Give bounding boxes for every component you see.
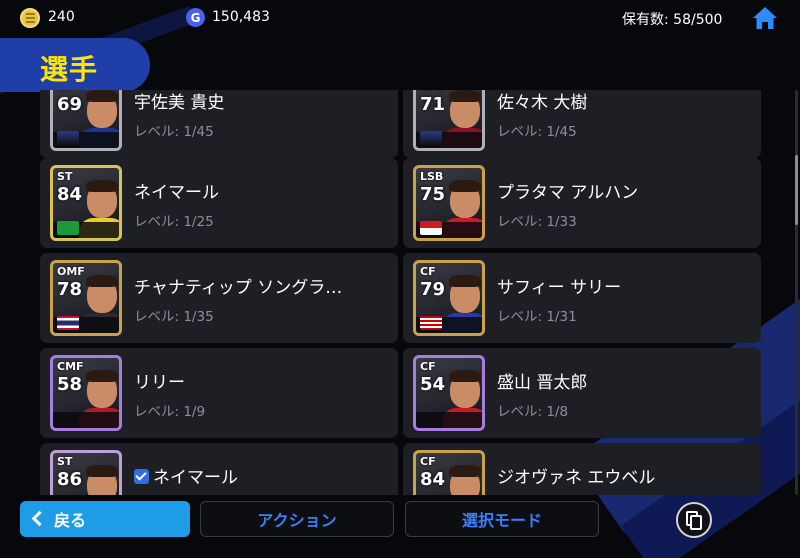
player-list[interactable]: CF69宇佐美 貴史レベル: 1/45CMF71佐々木 大樹レベル: 1/45S… bbox=[0, 90, 800, 495]
scrollbar-thumb[interactable] bbox=[795, 155, 798, 225]
player-name-text: プラタマ アルハン bbox=[497, 183, 639, 203]
player-portrait: CMF71 bbox=[413, 90, 485, 151]
player-level: レベル: 1/45 bbox=[497, 124, 577, 140]
player-name-text: チャナティップ ソングラ… bbox=[134, 278, 343, 298]
player-name: ネイマール bbox=[134, 463, 364, 488]
player-position: CF bbox=[420, 455, 436, 468]
action-button-label: アクション bbox=[257, 511, 337, 530]
player-card[interactable]: CMF 58 リリーレベル: 1/9 bbox=[40, 348, 398, 438]
player-portrait: CF69 bbox=[50, 90, 122, 151]
coin-icon bbox=[20, 8, 40, 28]
player-card[interactable]: CMF71 佐々木 大樹レベル: 1/45 bbox=[403, 90, 761, 158]
player-level: レベル: 1/9 bbox=[134, 404, 206, 420]
player-card[interactable]: LSB 75 プラタマ アルハンレベル: 1/33 bbox=[403, 158, 761, 248]
player-portrait: CMF 58 bbox=[50, 355, 122, 431]
player-name-text: ネイマール bbox=[153, 468, 238, 488]
brazil-flag bbox=[57, 221, 79, 235]
player-rating: 84 bbox=[57, 184, 83, 205]
player-card[interactable]: CF 79 サフィー サリーレベル: 1/31 bbox=[403, 253, 761, 343]
player-portrait: ST 86 bbox=[50, 450, 122, 495]
player-name: 盛山 晋太郎 bbox=[497, 368, 727, 393]
player-card[interactable]: CF69 宇佐美 貴史レベル: 1/45 bbox=[40, 90, 398, 158]
player-position: OMF bbox=[57, 265, 85, 278]
player-name: 宇佐美 貴史 bbox=[134, 90, 364, 113]
page-title: 選手 bbox=[40, 53, 99, 86]
player-level: レベル: 1/31 bbox=[497, 309, 577, 325]
club-emblem bbox=[420, 131, 442, 145]
player-rating: 69 bbox=[57, 94, 83, 115]
player-position: ST bbox=[57, 455, 73, 468]
player-name: 佐々木 大樹 bbox=[497, 90, 727, 113]
player-card[interactable]: CF 84 ジオヴァネ エウベル bbox=[403, 443, 761, 495]
player-position: CF bbox=[420, 360, 436, 373]
player-name-text: 盛山 晋太郎 bbox=[497, 373, 588, 393]
player-level: レベル: 1/33 bbox=[497, 214, 577, 230]
player-level: レベル: 1/8 bbox=[497, 404, 569, 420]
player-rating: 71 bbox=[420, 94, 446, 115]
player-rating: 75 bbox=[420, 184, 446, 205]
pages-button[interactable] bbox=[676, 502, 712, 538]
player-rating: 54 bbox=[420, 374, 446, 395]
player-card[interactable]: ST 86 ネイマール bbox=[40, 443, 398, 495]
player-position: CMF bbox=[420, 90, 447, 93]
player-name-text: 佐々木 大樹 bbox=[497, 93, 588, 113]
player-name: リリー bbox=[134, 368, 364, 393]
player-position: CF bbox=[420, 265, 436, 278]
player-level: レベル: 1/45 bbox=[134, 124, 214, 140]
back-button-label: 戻る bbox=[54, 511, 87, 530]
player-level: レベル: 1/35 bbox=[134, 309, 214, 325]
pages-icon-front bbox=[690, 515, 702, 530]
player-position: ST bbox=[57, 170, 73, 183]
chevron-left-icon bbox=[31, 510, 48, 527]
malaysia-flag bbox=[420, 316, 442, 330]
thailand-flag bbox=[57, 316, 79, 330]
player-name-text: 宇佐美 貴史 bbox=[134, 93, 225, 113]
player-rating: 79 bbox=[420, 279, 446, 300]
gp-icon: G bbox=[186, 8, 205, 27]
player-portrait: CF 79 bbox=[413, 260, 485, 336]
select-mode-button-label: 選択モード bbox=[461, 511, 542, 530]
player-name-text: リリー bbox=[134, 373, 185, 393]
player-portrait: CF 54 bbox=[413, 355, 485, 431]
player-card[interactable]: CF 54 盛山 晋太郎レベル: 1/8 bbox=[403, 348, 761, 438]
player-name: ネイマール bbox=[134, 178, 364, 203]
checkbox-icon[interactable] bbox=[134, 469, 149, 484]
player-name: ジオヴァネ エウベル bbox=[497, 463, 727, 488]
gp-balance: 150,483 bbox=[212, 9, 270, 25]
player-name-text: ジオヴァネ エウベル bbox=[497, 468, 656, 488]
player-name-text: ネイマール bbox=[134, 183, 219, 203]
player-card[interactable]: ST 84 ネイマールレベル: 1/25 bbox=[40, 158, 398, 248]
top-bar: 240 G 150,483 保有数: 58/500 bbox=[0, 0, 800, 36]
player-rating: 58 bbox=[57, 374, 83, 395]
player-portrait: LSB 75 bbox=[413, 165, 485, 241]
player-rating: 86 bbox=[57, 469, 83, 490]
owned-count: 保有数: 58/500 bbox=[622, 12, 723, 28]
player-card[interactable]: OMF 78 チャナティップ ソングラ… レベル: 1/35 bbox=[40, 253, 398, 343]
player-portrait: ST 84 bbox=[50, 165, 122, 241]
player-position: CF bbox=[57, 90, 73, 93]
scrollbar-track[interactable] bbox=[795, 90, 798, 495]
player-level: レベル: 1/25 bbox=[134, 214, 214, 230]
player-rating: 84 bbox=[420, 469, 446, 490]
player-name: サフィー サリー bbox=[497, 273, 727, 298]
home-icon[interactable] bbox=[752, 5, 778, 31]
player-portrait: CF 84 bbox=[413, 450, 485, 495]
player-position: LSB bbox=[420, 170, 444, 183]
select-mode-button[interactable]: 選択モード bbox=[405, 501, 599, 537]
player-name-text: サフィー サリー bbox=[497, 278, 622, 298]
club-emblem bbox=[57, 131, 79, 145]
player-portrait: OMF 78 bbox=[50, 260, 122, 336]
coin-balance: 240 bbox=[48, 9, 75, 25]
player-rating: 78 bbox=[57, 279, 83, 300]
back-button[interactable]: 戻る bbox=[20, 501, 190, 537]
indonesia-flag bbox=[420, 221, 442, 235]
player-name: チャナティップ ソングラ… bbox=[134, 273, 364, 298]
action-button[interactable]: アクション bbox=[200, 501, 394, 537]
player-name: プラタマ アルハン bbox=[497, 178, 727, 203]
player-position: CMF bbox=[57, 360, 84, 373]
